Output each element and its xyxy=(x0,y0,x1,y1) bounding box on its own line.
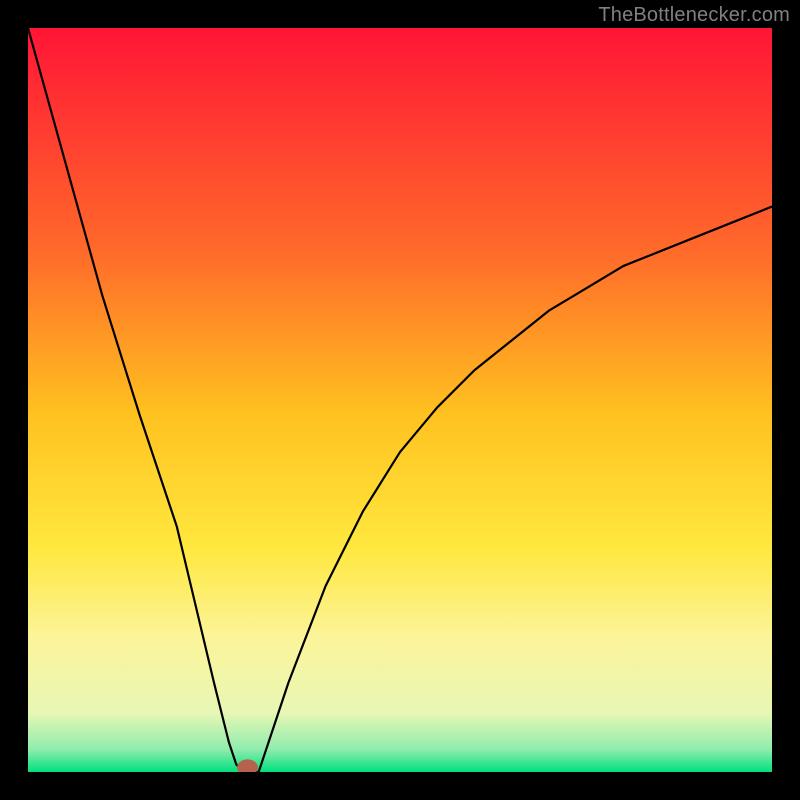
optimum-marker xyxy=(237,759,258,772)
chart-frame: TheBottlenecker.com xyxy=(0,0,800,800)
plot-area xyxy=(28,28,772,772)
watermark-text: TheBottlenecker.com xyxy=(598,4,790,27)
bottleneck-curve xyxy=(28,28,772,772)
